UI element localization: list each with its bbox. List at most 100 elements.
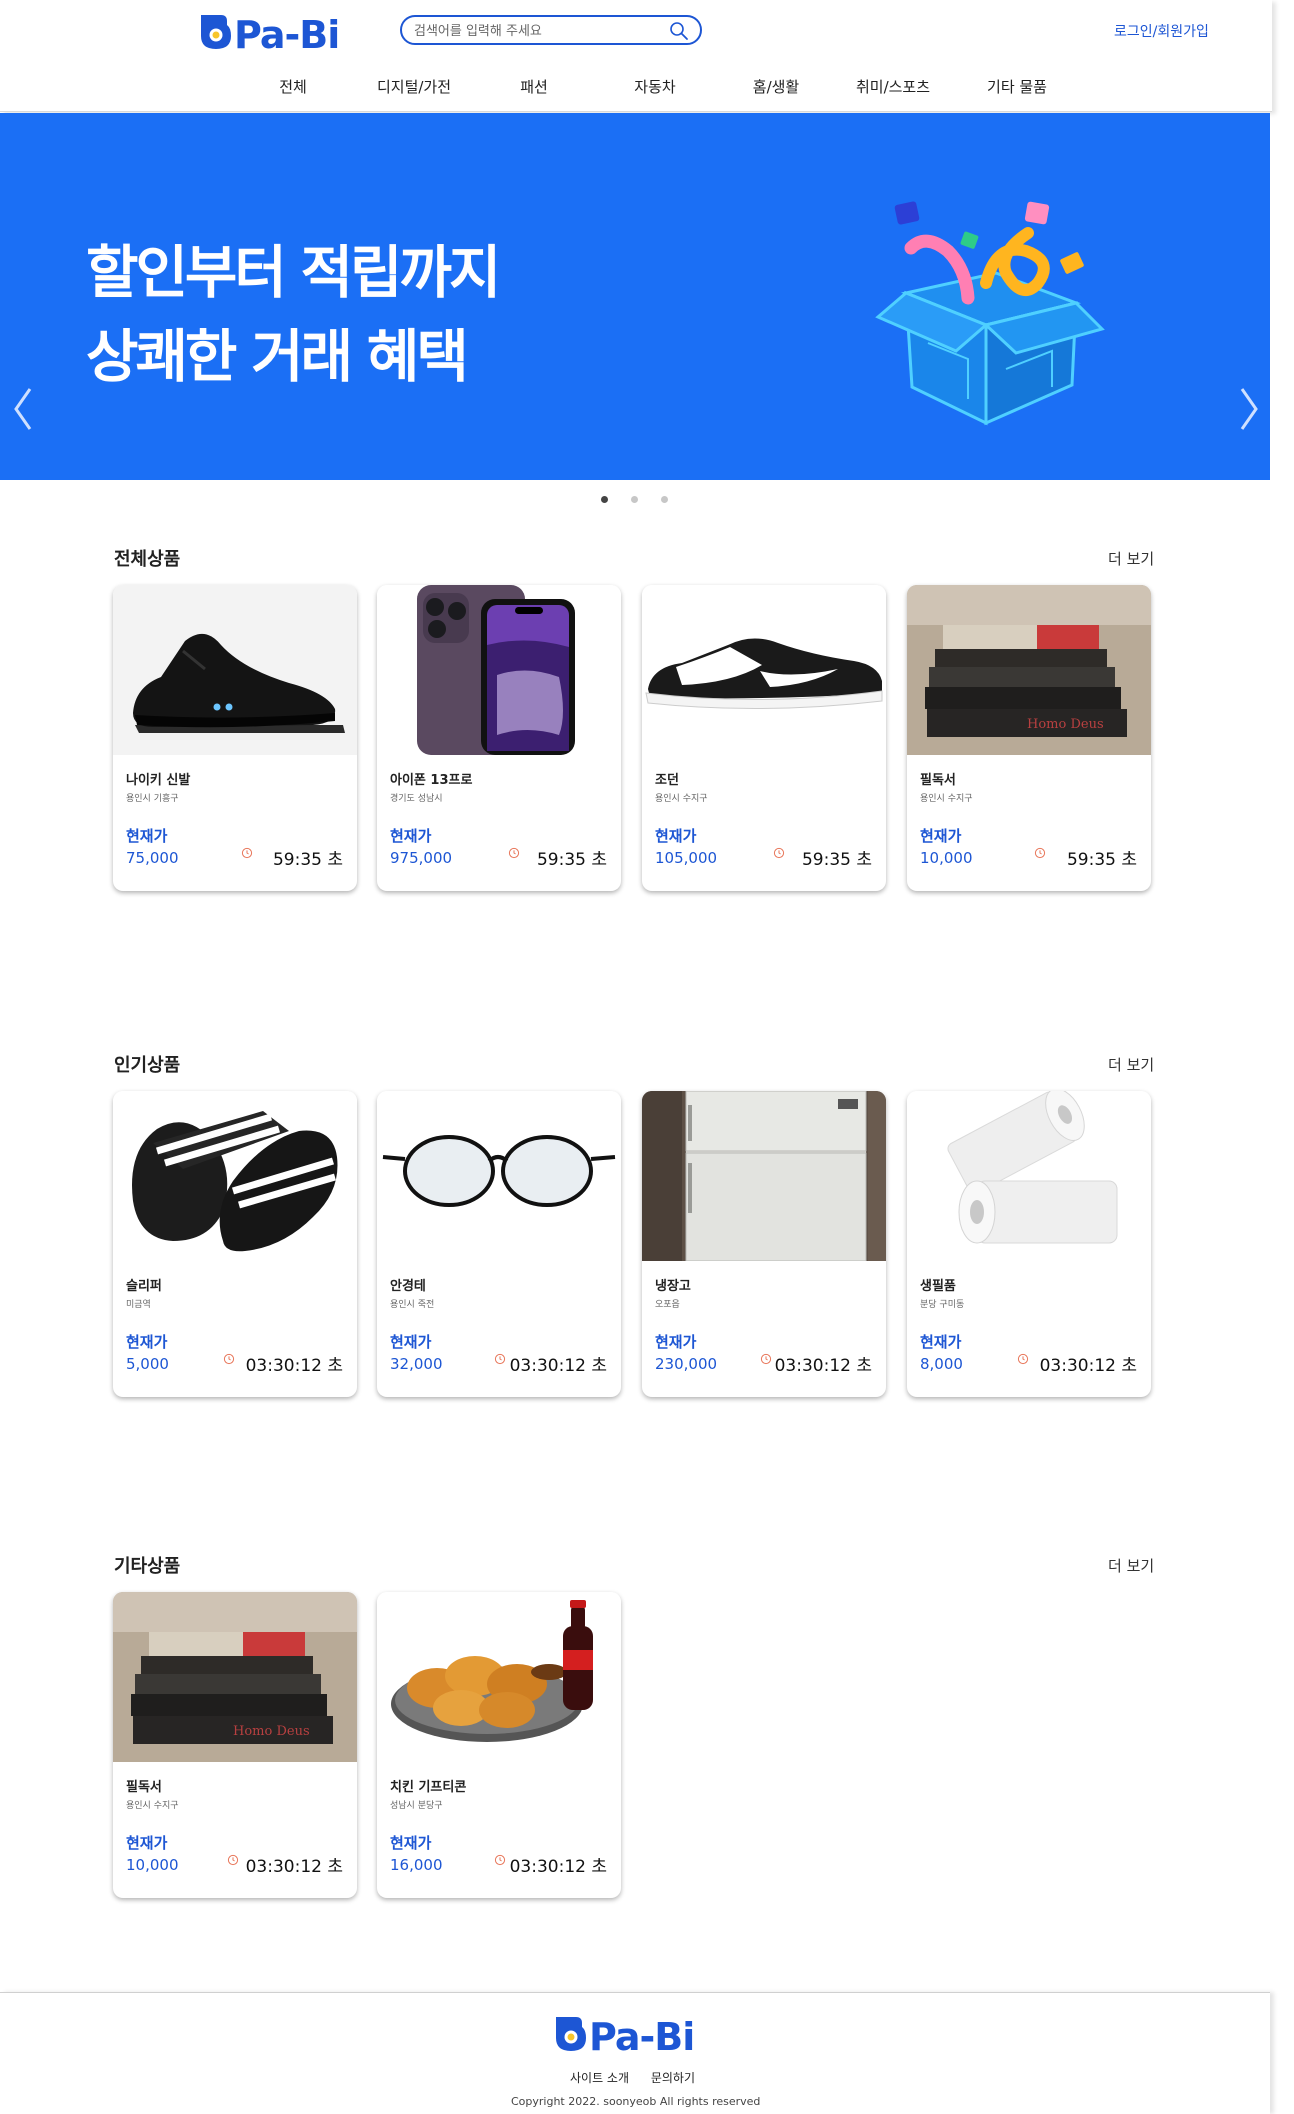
login-signup-link[interactable]: 로그인/회원가입 (1114, 21, 1209, 41)
clock-icon (223, 1353, 235, 1365)
product-price: 10,000 (920, 849, 973, 867)
price-label: 현재가 (126, 1834, 168, 1852)
product-image-jordan-shoe (642, 585, 886, 755)
product-image-chicken (377, 1592, 621, 1762)
pabi-footer-logo[interactable]: Pa-Bi (553, 2011, 713, 2057)
product-card[interactable]: 치킨 기프티콘 성남시 분당구 현재가 16,000 03:30:12 초 (377, 1592, 621, 1898)
product-name: 슬리퍼 (126, 1279, 162, 1294)
product-name: 조던 (655, 773, 679, 788)
more-link-popular-products[interactable]: 더 보기 (1108, 1054, 1154, 1075)
price-label: 현재가 (126, 1333, 168, 1351)
product-location: 용인시 기흥구 (126, 794, 179, 804)
product-price: 10,000 (126, 1856, 179, 1874)
clock-icon (760, 1353, 772, 1365)
site-footer: Pa-Bi 사이트 소개 문의하기 Copyright 2022. soonye… (0, 1992, 1270, 2114)
banner-dot-3[interactable] (661, 496, 668, 503)
more-link-other-products[interactable]: 더 보기 (1108, 1555, 1154, 1576)
price-label: 현재가 (126, 827, 168, 845)
banner-prev-arrow-icon[interactable] (8, 381, 38, 437)
price-label: 현재가 (920, 827, 962, 845)
nav-item-etc[interactable]: 기타 물품 (987, 76, 1047, 97)
auction-timer: 59:35 초 (801, 850, 872, 870)
product-image-nike-shoe (113, 585, 357, 755)
product-card[interactable]: 생필품 분당 구미동 현재가 8,000 03:30:12 초 (907, 1091, 1151, 1397)
auction-timer: 59:35 초 (536, 850, 607, 870)
product-card[interactable]: 안경테 용인시 죽전 현재가 32,000 03:30:12 초 (377, 1091, 621, 1397)
product-price: 105,000 (655, 849, 718, 867)
category-nav: 전체 디지털/가전 패션 자동차 홈/생활 취미/스포츠 기타 물품 (0, 72, 1272, 102)
product-name: 필독서 (126, 1780, 162, 1795)
section-title-popular-products: 인기상품 (114, 1055, 181, 1076)
nav-item-all[interactable]: 전체 (279, 76, 307, 97)
price-label: 현재가 (655, 827, 697, 845)
product-location: 오포읍 (655, 1300, 680, 1310)
section-title-all-products: 전체상품 (114, 549, 181, 570)
product-card[interactable]: 냉장고 오포읍 현재가 230,000 03:30:12 초 (642, 1091, 886, 1397)
clock-icon (494, 1854, 506, 1866)
product-location: 용인시 수지구 (920, 794, 973, 804)
footer-link-about[interactable]: 사이트 소개 (570, 2071, 629, 2085)
svg-text:Homo Deus: Homo Deus (233, 1724, 310, 1739)
more-link-all-products[interactable]: 더 보기 (1108, 548, 1154, 569)
banner-pagination (595, 494, 675, 506)
banner-next-arrow-icon[interactable] (1234, 381, 1264, 437)
price-label: 현재가 (920, 1333, 962, 1351)
product-image-slippers (113, 1091, 357, 1261)
pabi-logo[interactable]: Pa-Bi (198, 9, 358, 55)
product-card[interactable]: Homo Deus 필독서 용인시 수지구 현재가 10,000 03:30:1… (113, 1592, 357, 1898)
product-location: 용인시 수지구 (655, 794, 708, 804)
logo-text: Pa-Bi (234, 13, 339, 55)
product-price: 230,000 (655, 1355, 718, 1373)
clock-icon (494, 1353, 506, 1365)
section-title-other-products: 기타상품 (114, 1556, 181, 1577)
clock-icon (1034, 847, 1046, 859)
product-location: 미금역 (126, 1300, 151, 1310)
product-card[interactable]: 조던 용인시 수지구 현재가 105,000 59:35 초 (642, 585, 886, 891)
product-card[interactable]: Homo Deus 필독서 용인시 수지구 현재가 10,000 59:35 초 (907, 585, 1151, 891)
banner-dot-1[interactable] (601, 496, 608, 503)
product-price: 75,000 (126, 849, 179, 867)
nav-item-home-living[interactable]: 홈/생활 (753, 76, 799, 97)
price-label: 현재가 (390, 1834, 432, 1852)
search-input[interactable] (414, 21, 664, 41)
product-card[interactable]: 슬리퍼 미금역 현재가 5,000 03:30:12 초 (113, 1091, 357, 1397)
product-name: 냉장고 (655, 1279, 691, 1294)
nav-item-digital[interactable]: 디지털/가전 (377, 76, 451, 97)
nav-item-fashion[interactable]: 패션 (520, 76, 548, 97)
product-location: 경기도 성남시 (390, 794, 443, 804)
product-image-iphone (377, 585, 621, 755)
gift-box-illustration (875, 201, 1105, 426)
site-header: Pa-Bi 로그인/회원가입 전체 디지털/가전 패션 자동차 홈/생활 취미/… (0, 0, 1272, 112)
footer-link-contact[interactable]: 문의하기 (651, 2071, 695, 2085)
search-icon[interactable] (668, 21, 690, 41)
product-price: 32,000 (390, 1355, 443, 1373)
search-bar[interactable] (400, 15, 702, 45)
product-name: 생필품 (920, 1279, 956, 1294)
banner-headline: 할인부터 적립까지 (86, 240, 501, 306)
clock-icon (1017, 1353, 1029, 1365)
clock-icon (241, 847, 253, 859)
auction-timer: 03:30:12 초 (245, 1857, 343, 1877)
banner-subheadline: 상쾌한 거래 혜택 (86, 324, 469, 390)
promo-banner[interactable]: 할인부터 적립까지 상쾌한 거래 혜택 (0, 113, 1270, 480)
clock-icon (227, 1854, 239, 1866)
footer-logo-text: Pa-Bi (589, 2015, 694, 2057)
nav-item-hobby-sports[interactable]: 취미/스포츠 (856, 76, 930, 97)
product-image-books: Homo Deus (113, 1592, 357, 1762)
clock-icon (508, 847, 520, 859)
product-price: 5,000 (126, 1355, 169, 1373)
product-price: 8,000 (920, 1355, 963, 1373)
product-card[interactable]: 아이폰 13프로 경기도 성남시 현재가 975,000 59:35 초 (377, 585, 621, 891)
price-label: 현재가 (390, 1333, 432, 1351)
product-name: 아이폰 13프로 (390, 773, 473, 788)
footer-links: 사이트 소개 문의하기 (570, 2069, 713, 2086)
product-card[interactable]: 나이키 신발 용인시 기흥구 현재가 75,000 59:35 초 (113, 585, 357, 891)
product-price: 16,000 (390, 1856, 443, 1874)
copyright-text: Copyright 2022. soonyeob All rights rese… (511, 2095, 761, 2108)
clock-icon (773, 847, 785, 859)
product-location: 용인시 죽전 (390, 1300, 435, 1310)
nav-item-car[interactable]: 자동차 (634, 76, 675, 97)
price-label: 현재가 (390, 827, 432, 845)
banner-dot-2[interactable] (631, 496, 638, 503)
product-location: 용인시 수지구 (126, 1801, 179, 1811)
